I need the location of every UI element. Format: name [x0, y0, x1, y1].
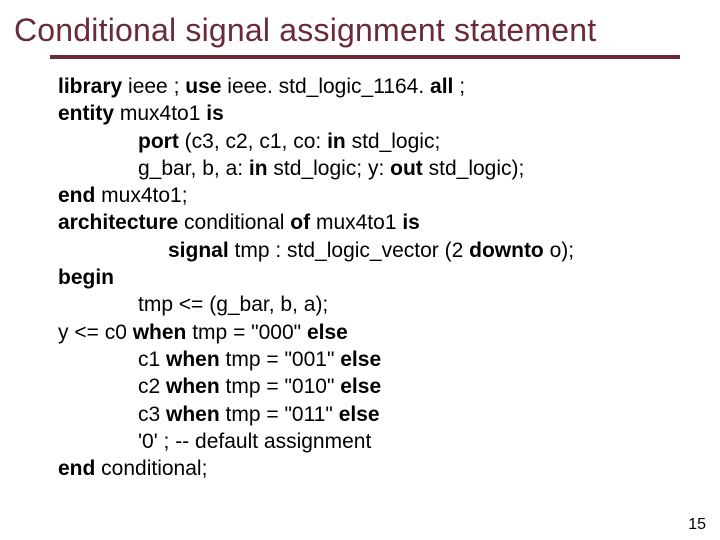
kw-when: when — [166, 348, 220, 371]
kw-downto: downto — [469, 239, 544, 262]
kw-is: is — [206, 102, 224, 125]
text: std_logic; — [346, 130, 441, 153]
kw-end: end — [58, 457, 95, 480]
slide-title: Conditional signal assignment statement — [0, 0, 720, 55]
kw-all: all — [430, 75, 453, 98]
text: mux4to1 — [114, 102, 206, 125]
text: std_logic); — [423, 157, 525, 180]
text: tmp = "011" — [220, 403, 339, 426]
kw-of: of — [290, 211, 310, 234]
code-line: c1 when tmp = "001" else — [58, 346, 680, 373]
text: conditional; — [95, 457, 207, 480]
code-line: signal tmp : std_logic_vector (2 downto … — [58, 237, 680, 264]
text: conditional — [178, 211, 290, 234]
code-block: library ieee ; use ieee. std_logic_1164.… — [0, 73, 720, 482]
code-line: '0' ; -- default assignment — [58, 428, 680, 455]
kw-port: port — [138, 130, 179, 153]
text: ieee. std_logic_1164. — [221, 75, 430, 98]
text: c3 — [138, 403, 166, 426]
code-line: entity mux4to1 is — [58, 100, 680, 127]
text: tmp = "010" — [220, 375, 341, 398]
text: tmp = "001" — [220, 348, 341, 371]
code-line: g_bar, b, a: in std_logic; y: out std_lo… — [58, 155, 680, 182]
kw-signal: signal — [168, 239, 229, 262]
kw-when: when — [166, 403, 220, 426]
text: c1 — [138, 348, 166, 371]
text: ieee ; — [122, 75, 185, 98]
code-line: architecture conditional of mux4to1 is — [58, 209, 680, 236]
kw-else: else — [340, 375, 381, 398]
text: g_bar, b, a: — [138, 157, 249, 180]
code-line: end mux4to1; — [58, 182, 680, 209]
text: mux4to1; — [95, 184, 187, 207]
kw-else: else — [339, 403, 380, 426]
kw-when: when — [166, 375, 220, 398]
kw-end: end — [58, 184, 95, 207]
kw-out: out — [390, 157, 423, 180]
text: mux4to1 — [310, 211, 402, 234]
code-line: library ieee ; use ieee. std_logic_1164.… — [58, 73, 680, 100]
kw-use: use — [185, 75, 221, 98]
code-line: tmp <= (g_bar, b, a); — [58, 291, 680, 318]
code-line: y <= c0 when tmp = "000" else — [58, 319, 680, 346]
kw-else: else — [307, 321, 348, 344]
kw-architecture: architecture — [58, 211, 178, 234]
code-line: begin — [58, 264, 680, 291]
code-line: c3 when tmp = "011" else — [58, 401, 680, 428]
text: (c3, c2, c1, co: — [179, 130, 327, 153]
kw-when: when — [133, 321, 187, 344]
page-number: 15 — [688, 516, 706, 534]
text: y <= c0 — [58, 321, 133, 344]
text: '0' ; -- default assignment — [138, 430, 371, 453]
kw-in: in — [327, 130, 346, 153]
slide: Conditional signal assignment statement … — [0, 0, 720, 540]
text: ; — [453, 75, 465, 98]
text: tmp : std_logic_vector (2 — [229, 239, 469, 262]
kw-is: is — [402, 211, 420, 234]
text: o); — [544, 239, 574, 262]
code-line: c2 when tmp = "010" else — [58, 373, 680, 400]
text: std_logic; y: — [268, 157, 391, 180]
text: tmp = "000" — [186, 321, 307, 344]
code-line: port (c3, c2, c1, co: in std_logic; — [58, 128, 680, 155]
code-line: end conditional; — [58, 455, 680, 482]
kw-else: else — [340, 348, 381, 371]
kw-entity: entity — [58, 102, 114, 125]
kw-in: in — [249, 157, 268, 180]
title-underline — [50, 55, 680, 59]
kw-begin: begin — [58, 266, 114, 289]
kw-library: library — [58, 75, 122, 98]
text: c2 — [138, 375, 166, 398]
text: tmp <= (g_bar, b, a); — [138, 293, 328, 316]
